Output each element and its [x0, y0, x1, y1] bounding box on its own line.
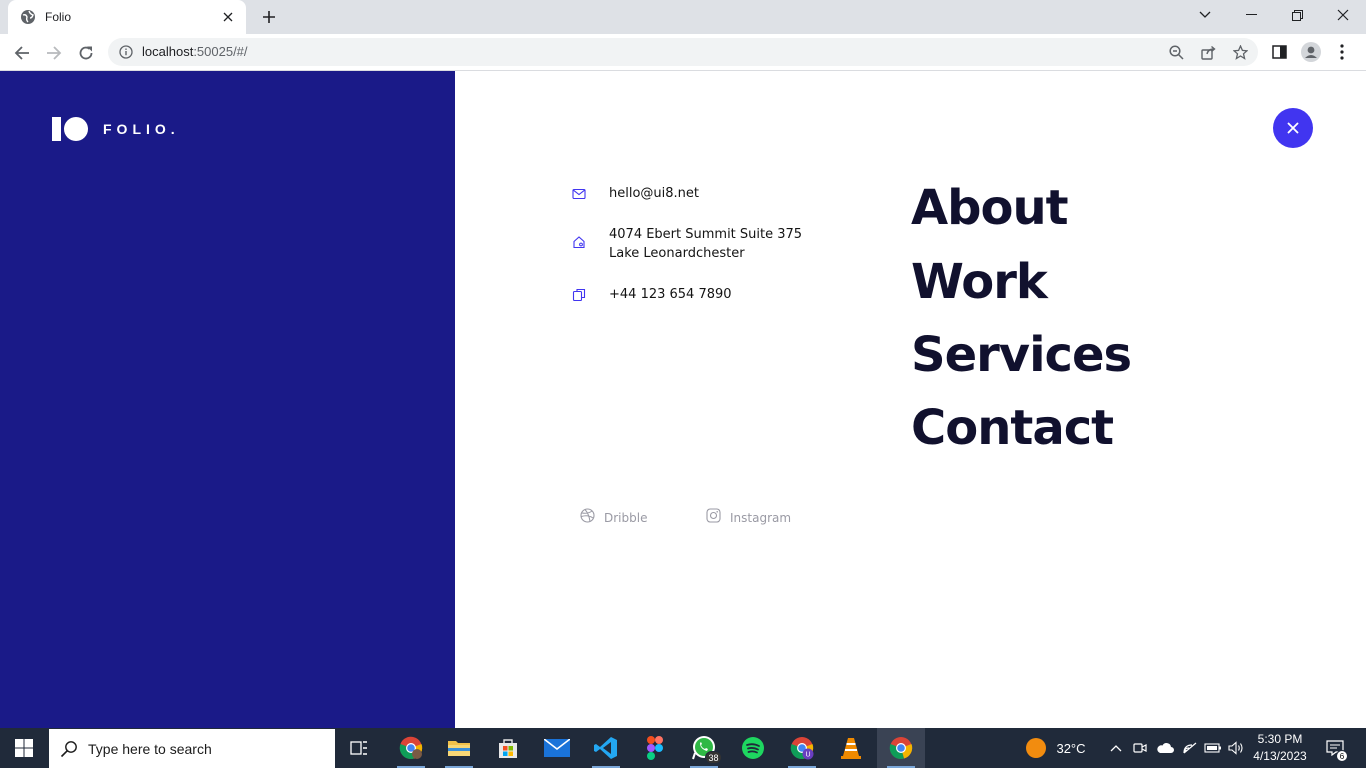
- tab-title: Folio: [45, 10, 72, 24]
- url-host: localhost: [142, 44, 194, 59]
- restore-icon[interactable]: [1274, 0, 1320, 30]
- social-link-dribbble[interactable]: Dribble: [580, 508, 647, 527]
- meet-now-icon[interactable]: [1130, 728, 1150, 768]
- phone-text[interactable]: +44 123 654 7890: [609, 285, 732, 304]
- instagram-label: Instagram: [730, 510, 792, 525]
- social-link-instagram[interactable]: Instagram: [706, 508, 791, 527]
- volume-icon[interactable]: [1226, 728, 1246, 768]
- menu-item-work[interactable]: Work: [911, 252, 1048, 312]
- reload-icon[interactable]: [73, 40, 99, 66]
- close-window-icon[interactable]: [1320, 0, 1366, 30]
- chrome-user-app-icon[interactable]: U: [778, 728, 826, 768]
- minimize-icon[interactable]: [1228, 0, 1274, 30]
- logo-mark: [52, 117, 88, 141]
- vscode-icon[interactable]: [582, 728, 630, 768]
- figma-icon[interactable]: [631, 728, 679, 768]
- svg-text:U: U: [805, 752, 810, 759]
- url-path: :50025/#/: [193, 44, 248, 59]
- dribbble-icon: [580, 508, 595, 527]
- address-line-2: Lake Leonardchester: [609, 246, 745, 261]
- instagram-icon: [706, 508, 721, 527]
- mail-app-icon[interactable]: [533, 728, 581, 768]
- bookmark-star-icon[interactable]: [1232, 44, 1248, 60]
- file-explorer-icon[interactable]: [435, 728, 483, 768]
- notification-center-icon[interactable]: 6: [1322, 728, 1348, 768]
- email-text[interactable]: hello@ui8.net: [609, 184, 699, 203]
- address-line-1: 4074 Ebert Summit Suite 375: [609, 227, 803, 242]
- whatsapp-icon[interactable]: 38: [680, 728, 728, 768]
- more-menu-icon[interactable]: [1332, 42, 1352, 62]
- vlc-icon[interactable]: [827, 728, 875, 768]
- menu-item-contact[interactable]: Contact: [911, 398, 1114, 458]
- taskbar-clock[interactable]: 5:30 PM 4/13/2023: [1246, 731, 1314, 765]
- browser-tab[interactable]: Folio: [8, 0, 246, 34]
- logo[interactable]: FOLIO.: [52, 117, 180, 141]
- tab-search-icon[interactable]: [1182, 0, 1228, 30]
- clock-date: 4/13/2023: [1253, 749, 1307, 763]
- side-panel-icon[interactable]: [1269, 42, 1289, 62]
- close-icon: [1287, 122, 1299, 134]
- logo-text: FOLIO.: [103, 121, 180, 137]
- zoom-icon[interactable]: [1168, 44, 1184, 60]
- windows-taskbar: Type here to search 38 U 32°C 5:30 PM 4/…: [0, 728, 1366, 768]
- notification-count: 6: [1336, 750, 1348, 762]
- close-tab-icon[interactable]: [220, 9, 236, 25]
- taskbar-search-box[interactable]: Type here to search: [49, 729, 335, 768]
- chrome-profile-app-icon[interactable]: [387, 728, 435, 768]
- battery-icon[interactable]: [1202, 728, 1224, 768]
- back-icon[interactable]: [9, 40, 35, 66]
- url-text: localhost:50025/#/: [142, 44, 248, 59]
- phone-icon: [572, 287, 586, 302]
- weather-temp[interactable]: 32°C: [1050, 728, 1092, 768]
- share-icon[interactable]: [1200, 44, 1216, 60]
- weather-icon[interactable]: [1022, 728, 1050, 768]
- mail-icon: [572, 186, 586, 200]
- contact-email: hello@ui8.net: [572, 184, 699, 201]
- contact-address: 4074 Ebert Summit Suite 375 Lake Leonard…: [572, 225, 802, 261]
- windows-start-icon[interactable]: [0, 728, 48, 768]
- chevron-up-icon[interactable]: [1106, 728, 1126, 768]
- task-view-icon[interactable]: [336, 728, 384, 768]
- clock-time: 5:30 PM: [1257, 732, 1303, 746]
- spotify-icon[interactable]: [729, 728, 777, 768]
- onedrive-cloud-icon[interactable]: [1154, 728, 1176, 768]
- globe-icon: [20, 9, 36, 25]
- menu-item-services[interactable]: Services: [911, 325, 1132, 385]
- microsoft-store-icon[interactable]: [484, 728, 532, 768]
- wifi-icon[interactable]: [1180, 728, 1200, 768]
- dribbble-label: Dribble: [604, 510, 648, 525]
- close-menu-button[interactable]: [1273, 108, 1313, 148]
- brand-panel: FOLIO.: [0, 71, 455, 728]
- browser-tab-strip: Folio: [0, 0, 1366, 34]
- page-content: FOLIO. hello@ui8.net 4074 Ebert Summit S…: [0, 71, 1366, 728]
- site-info-icon[interactable]: [118, 44, 134, 60]
- browser-toolbar: localhost:50025/#/: [0, 34, 1366, 71]
- menu-item-about[interactable]: About: [911, 178, 1069, 238]
- contact-phone: +44 123 654 7890: [572, 285, 732, 302]
- search-placeholder: Type here to search: [88, 740, 212, 757]
- address-text: 4074 Ebert Summit Suite 375 Lake Leonard…: [609, 225, 802, 263]
- home-icon: [572, 234, 586, 249]
- address-bar[interactable]: localhost:50025/#/: [108, 38, 1258, 66]
- forward-icon[interactable]: [41, 40, 67, 66]
- new-tab-button[interactable]: [258, 7, 280, 27]
- chrome-app-icon[interactable]: [877, 728, 925, 768]
- search-icon: [59, 739, 79, 759]
- whatsapp-badge: 38: [705, 751, 722, 764]
- profile-avatar[interactable]: [1301, 42, 1321, 62]
